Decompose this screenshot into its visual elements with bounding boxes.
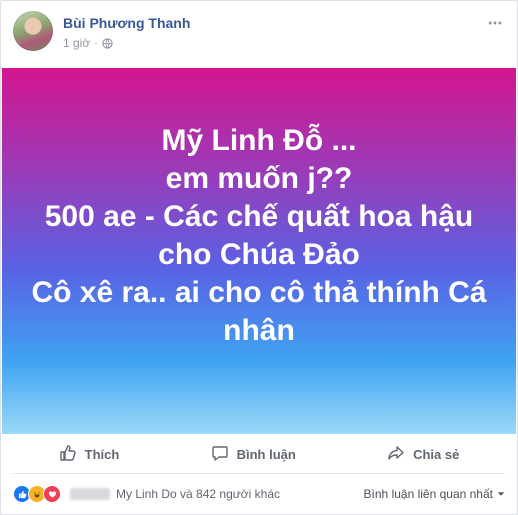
banner-line: 500 ae - Các chế quất hoa hậu <box>44 200 474 233</box>
comment-sort-label: Bình luận liên quan nhất <box>363 487 493 501</box>
thumbs-up-icon <box>59 444 77 465</box>
more-options-icon[interactable] <box>485 13 505 33</box>
post-time[interactable]: 1 giờ <box>63 36 90 50</box>
banner-line: Mỹ Linh Đỗ ... <box>161 124 357 157</box>
post-header: Bùi Phương Thanh 1 giờ · <box>13 11 505 61</box>
meta-separator: · <box>94 37 98 49</box>
like-button[interactable]: Thích <box>49 438 130 471</box>
banner-line: em muốn j?? <box>165 162 353 195</box>
reaction-icons[interactable] <box>13 485 61 503</box>
comment-label: Bình luận <box>236 446 296 462</box>
reaction-summary[interactable]: My Linh Do và 842 người khác <box>116 487 280 501</box>
comment-icon <box>211 444 229 465</box>
banner-line: nhân <box>223 314 295 347</box>
author-name[interactable]: Bùi Phương Thanh <box>63 15 190 31</box>
share-label: Chia sẻ <box>413 446 460 462</box>
author-avatar[interactable] <box>13 11 53 51</box>
post-card: Bùi Phương Thanh 1 giờ · Mỹ Linh Đỗ ... … <box>0 0 518 515</box>
post-meta: 1 giờ · <box>63 36 113 50</box>
caret-down-icon <box>497 487 505 501</box>
banner-line: cho Chúa Đảo <box>158 238 360 271</box>
banner-text: Mỹ Linh Đỗ ... em muốn j?? 500 ae - Các … <box>24 122 494 350</box>
share-button[interactable]: Chia sẻ <box>377 438 469 471</box>
love-reaction-icon <box>43 485 61 503</box>
globe-icon[interactable] <box>101 37 113 49</box>
share-icon <box>387 444 405 465</box>
like-label: Thích <box>84 446 120 462</box>
blurred-name <box>70 488 110 500</box>
banner-line: Cô xê ra.. ai cho cô thả thính Cá <box>31 276 487 309</box>
comment-sort-dropdown[interactable]: Bình luận liên quan nhất <box>364 487 505 501</box>
comment-button[interactable]: Bình luận <box>201 438 306 471</box>
post-banner: Mỹ Linh Đỗ ... em muốn j?? 500 ae - Các … <box>2 68 516 434</box>
reactions-bar: My Linh Do và 842 người khác Bình luận l… <box>13 479 505 509</box>
post-actions: Thích Bình luận Chia sẻ <box>13 435 505 474</box>
